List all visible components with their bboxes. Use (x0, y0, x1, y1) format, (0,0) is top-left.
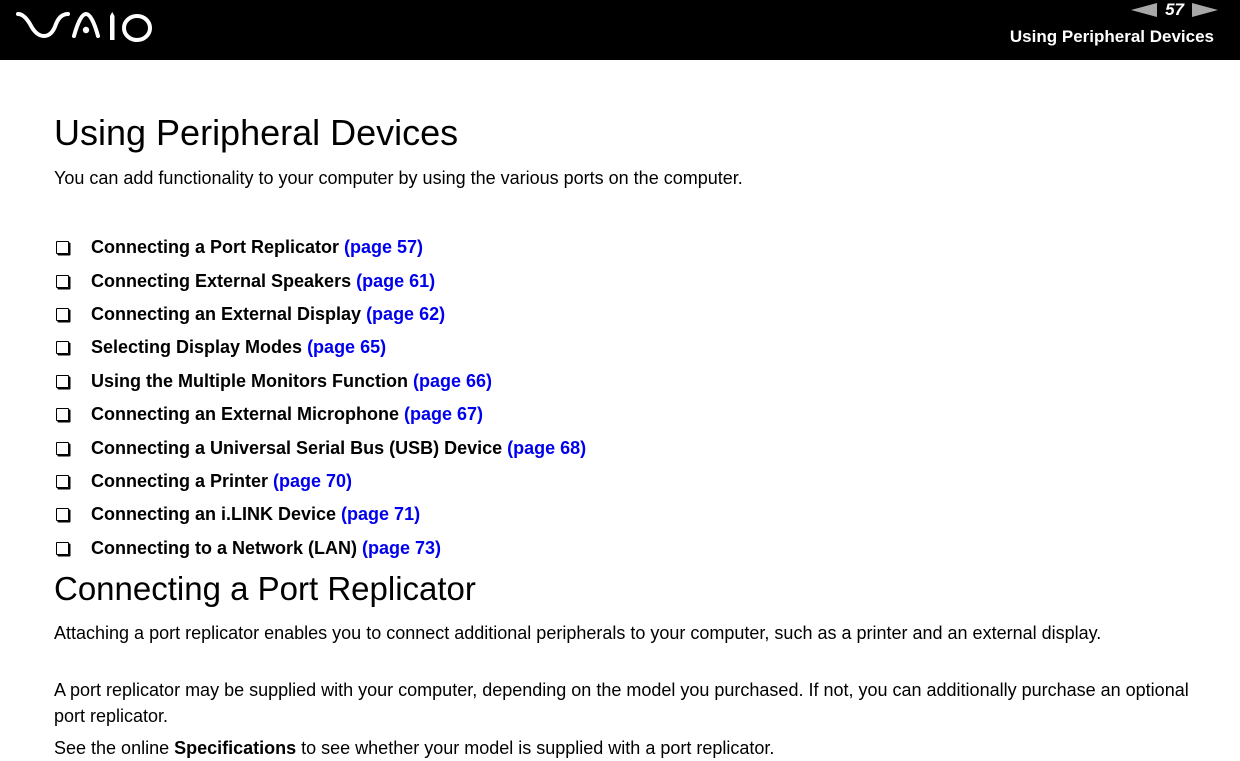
vaio-logo (16, 11, 152, 42)
topic-label: Connecting to a Network (LAN) (91, 537, 357, 558)
topic-label: Using the Multiple Monitors Function (91, 370, 408, 391)
checkbox-bullet-icon (56, 541, 69, 555)
page-link[interactable]: (page 71) (341, 504, 420, 525)
checkbox-bullet-icon (56, 241, 69, 255)
list-item: Connecting External Speakers (page 61) (54, 264, 586, 297)
paragraph: Attaching a port replicator enables you … (54, 623, 1102, 643)
topic-label: Connecting an i.LINK Device (91, 504, 337, 525)
page-link[interactable]: (page 57) (344, 237, 423, 258)
topic-label: Connecting a Port Replicator (91, 237, 340, 258)
paragraph: See the online Specifications to see whe… (54, 735, 1204, 761)
topic-label: Connecting External Speakers (91, 270, 352, 291)
paragraph-text: to see whether your model is supplied wi… (296, 738, 775, 758)
list-item: Connecting an External Microphone (page 6… (54, 398, 586, 431)
list-item: Connecting an i.LINK Device (page 71) (54, 498, 586, 531)
topic-label: Connecting a Universal Serial Bus (USB) … (91, 437, 503, 458)
previous-page-arrow-icon[interactable] (1131, 3, 1158, 17)
page-link[interactable]: (page 66) (413, 371, 492, 392)
page-link[interactable]: (page 61) (356, 271, 435, 292)
checkbox-bullet-icon (56, 408, 69, 422)
section-heading: Connecting a Port Replicator (54, 570, 476, 607)
checkbox-bullet-icon (56, 307, 69, 321)
list-item: Selecting Display Modes (page 65) (54, 331, 586, 364)
page-title: Using Peripheral Devices (54, 112, 459, 153)
topic-label: Selecting Display Modes (91, 337, 303, 358)
paragraph: A port replicator may be supplied with y… (54, 680, 1189, 726)
intro-text: You can add functionality to your comput… (54, 168, 743, 188)
page-number: 57 (1165, 0, 1184, 19)
list-item: Connecting a Port Replicator (page 57) (54, 231, 586, 264)
checkbox-bullet-icon (56, 341, 69, 355)
topic-label: Connecting an External Display (91, 303, 362, 324)
list-item: Connecting an External Display (page 62) (54, 298, 586, 331)
page-link[interactable]: (page 62) (366, 304, 445, 325)
specifications-term: Specifications (174, 738, 297, 758)
topic-label: Connecting an External Microphone (91, 404, 400, 425)
paragraph-text: See the online (54, 738, 175, 758)
page-navigation: 57 (1131, 0, 1218, 20)
topic-label: Connecting a Printer (91, 470, 269, 491)
page-header: 57 Using Peripheral Devices (0, 0, 1240, 60)
header-section-title: Using Peripheral Devices (1009, 27, 1214, 46)
checkbox-bullet-icon (56, 274, 69, 288)
page-link[interactable]: (page 67) (404, 404, 483, 425)
checkbox-bullet-icon (56, 508, 69, 522)
next-page-arrow-icon[interactable] (1192, 3, 1218, 17)
list-item: Connecting to a Network (LAN) (page 73) (54, 532, 586, 565)
list-item: Connecting a Printer (page 70) (54, 465, 586, 498)
list-item: Using the Multiple Monitors Function (pag… (54, 365, 586, 398)
checkbox-bullet-icon (56, 474, 69, 488)
topic-list: Connecting a Port Replicator (page 57) Co… (54, 231, 586, 565)
list-item: Connecting a Universal Serial Bus (USB) … (54, 431, 586, 464)
page-link[interactable]: (page 68) (507, 438, 586, 459)
page-link[interactable]: (page 70) (273, 471, 352, 492)
page-link[interactable]: (page 73) (362, 538, 441, 559)
checkbox-bullet-icon (56, 441, 69, 455)
page-link[interactable]: (page 65) (307, 337, 386, 358)
checkbox-bullet-icon (56, 374, 69, 388)
